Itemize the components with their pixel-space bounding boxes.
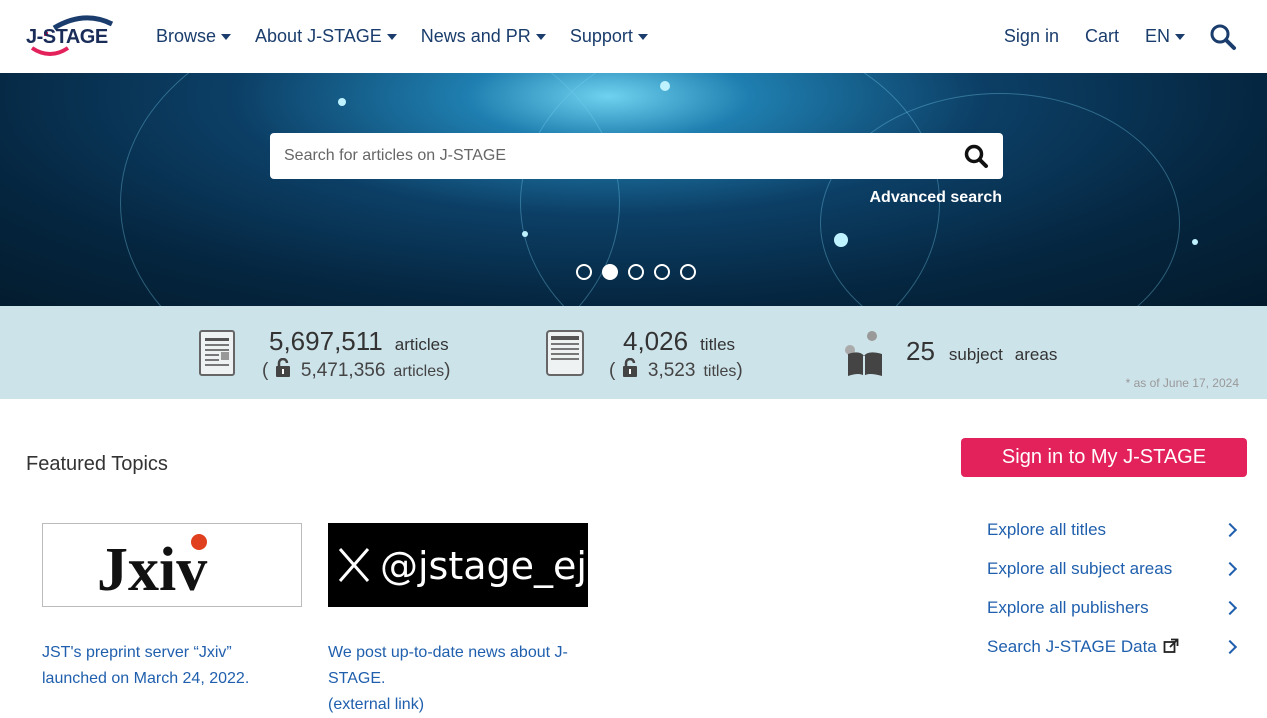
search-icon[interactable]	[1209, 23, 1237, 51]
search-data-label: Search J-STAGE Data	[987, 636, 1157, 656]
jxiv-caption-link[interactable]: JST's preprint server “Jxiv” launched on…	[42, 640, 312, 692]
site-header: J-STAGE Browse About J-STAGE News and PR…	[0, 0, 1267, 73]
caret-down-icon	[637, 33, 648, 40]
articles-stat: 5,697,511 articles	[269, 326, 449, 357]
explore-titles-link[interactable]: Explore all titles	[987, 510, 1243, 549]
search-jstage-data-link[interactable]: Search J-STAGE Data	[987, 627, 1243, 666]
articles-open-stat: ( 5,471,356 articles)	[262, 357, 451, 382]
caret-down-icon	[535, 33, 546, 40]
x-caption-link[interactable]: We post up-to-date news about J- STAGE. …	[328, 640, 598, 718]
title-icon	[546, 330, 584, 383]
cart-link[interactable]: Cart	[1085, 26, 1119, 47]
articles-unit: articles	[394, 335, 449, 354]
external-link-icon	[1164, 638, 1179, 653]
paren-close: )	[444, 360, 451, 381]
hero-decoration	[834, 233, 848, 247]
chevron-right-icon	[1222, 639, 1238, 654]
titles-open-unit: titles	[703, 363, 737, 380]
carousel-dot[interactable]	[576, 264, 592, 280]
article-icon	[199, 330, 237, 383]
articles-open-unit: articles	[393, 363, 445, 380]
articles-count: 5,697,511	[269, 326, 383, 356]
chevron-right-icon	[1222, 522, 1238, 537]
language-label: EN	[1144, 26, 1170, 46]
nav-browse[interactable]: Browse	[156, 26, 232, 47]
x-caption-line-2: STAGE.	[328, 670, 386, 687]
nav-support[interactable]: Support	[570, 26, 648, 47]
articles-open-count: 5,471,356	[300, 360, 386, 381]
carousel-dot[interactable]	[654, 264, 670, 280]
titles-count: 4,026	[623, 326, 689, 356]
chevron-right-icon	[1222, 600, 1238, 615]
x-caption-line-3: (external link)	[328, 696, 425, 713]
paren-close: )	[736, 360, 743, 381]
search-submit-icon[interactable]	[963, 143, 991, 171]
paren-open: (	[262, 360, 269, 381]
explore-links: Explore all titles Explore all subject a…	[987, 510, 1243, 666]
stats-band: 5,697,511 articles ( 5,471,356 articles) 4…	[0, 306, 1267, 399]
featured-card-jxiv[interactable]: Jxiv	[42, 523, 302, 607]
stats-as-of: * as of June 17, 2024	[1125, 376, 1239, 390]
featured-topics-heading: Featured Topics	[26, 453, 168, 475]
carousel-dot[interactable]	[680, 264, 696, 280]
jxiv-banner: Jxiv	[97, 534, 207, 604]
featured-card-x[interactable]: @jstage_ej	[328, 523, 588, 607]
subjects-count: 25	[906, 336, 935, 366]
nav-news-label: News and PR	[420, 26, 531, 46]
explore-publishers-label: Explore all publishers	[987, 597, 1149, 617]
subject-book-icon	[838, 328, 890, 383]
advanced-search-link[interactable]: Advanced search	[869, 189, 1002, 207]
x-banner-handle: @jstage_ej	[380, 544, 587, 588]
signin-link[interactable]: Sign in	[1004, 26, 1059, 47]
x-caption-line-1: We post up-to-date news about J-	[328, 644, 568, 661]
hero-decoration	[660, 81, 670, 91]
titles-open-count: 3,523	[647, 360, 696, 381]
chevron-right-icon	[1222, 561, 1238, 576]
nav-about[interactable]: About J-STAGE	[255, 26, 397, 47]
explore-titles-label: Explore all titles	[987, 519, 1107, 539]
signin-my-jstage-button[interactable]: Sign in to My J-STAGE	[961, 438, 1247, 477]
jxiv-banner-text: Jxiv	[97, 536, 207, 604]
x-logo-icon	[338, 548, 370, 582]
hero-banner: Advanced search	[0, 73, 1267, 306]
jxiv-caption-line-1: JST's preprint server “Jxiv”	[42, 644, 232, 661]
hero-decoration	[338, 98, 346, 106]
titles-unit: titles	[700, 335, 736, 354]
caret-down-icon	[386, 33, 397, 40]
search-input[interactable]	[284, 147, 924, 165]
search-data-label-wrap: Search J-STAGE Data	[987, 637, 1179, 657]
paren-open: (	[609, 360, 616, 381]
caret-down-icon	[221, 33, 232, 40]
hero-decoration	[1192, 239, 1198, 245]
carousel-dot[interactable]	[628, 264, 644, 280]
titles-stat: 4,026 titles	[623, 326, 735, 357]
hero-decoration	[522, 231, 528, 237]
nav-about-label: About J-STAGE	[255, 26, 382, 46]
x-banner: @jstage_ej	[338, 544, 587, 588]
language-selector[interactable]: EN	[1145, 26, 1185, 47]
jstage-logo[interactable]: J-STAGE	[24, 14, 120, 58]
subjects-unit-a: subject	[948, 345, 1003, 364]
header-actions: Sign in Cart EN	[978, 0, 1237, 73]
explore-subjects-link[interactable]: Explore all subject areas	[987, 549, 1243, 588]
hero-search-box	[270, 133, 1003, 179]
nav-support-label: Support	[569, 26, 633, 46]
open-lock-icon	[622, 357, 637, 377]
jxiv-caption-line-2: launched on March 24, 2022.	[42, 670, 250, 687]
subjects-unit-b: areas	[1014, 345, 1058, 364]
explore-subjects-label: Explore all subject areas	[987, 558, 1173, 578]
nav-browse-label: Browse	[156, 26, 217, 46]
logo-text: J-STAGE	[26, 26, 108, 48]
nav-news[interactable]: News and PR	[421, 26, 546, 47]
carousel-dot-active[interactable]	[602, 264, 618, 280]
explore-publishers-link[interactable]: Explore all publishers	[987, 588, 1243, 627]
titles-open-stat: ( 3,523 titles)	[609, 357, 743, 382]
open-lock-icon	[275, 357, 290, 377]
main-nav: Browse About J-STAGE News and PR Support	[156, 0, 672, 73]
subjects-stat: 25 subject areas	[906, 336, 1057, 367]
carousel-indicators	[576, 264, 696, 280]
caret-down-icon	[1175, 33, 1185, 40]
